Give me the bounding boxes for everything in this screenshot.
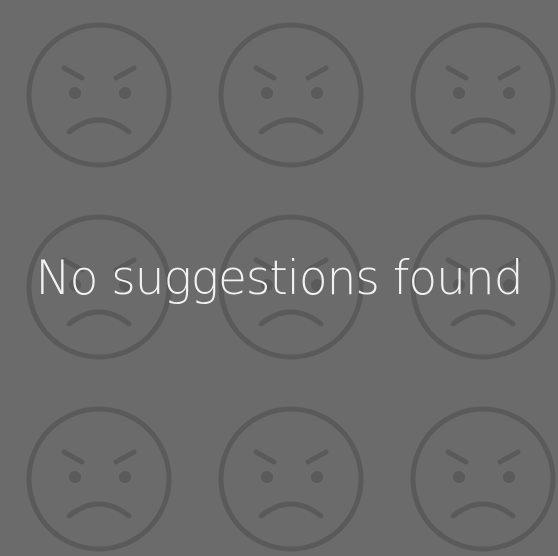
- no-suggestions-message: No suggestions found: [35, 251, 523, 306]
- sad-face-icon: [216, 404, 366, 554]
- sad-face-icon: [24, 20, 174, 170]
- sad-face-icon: [216, 20, 366, 170]
- empty-suggestions-screen: No suggestions found: [0, 0, 558, 556]
- sad-face-icon: [24, 404, 174, 554]
- sad-face-icon: [408, 404, 558, 554]
- sad-face-icon: [408, 20, 558, 170]
